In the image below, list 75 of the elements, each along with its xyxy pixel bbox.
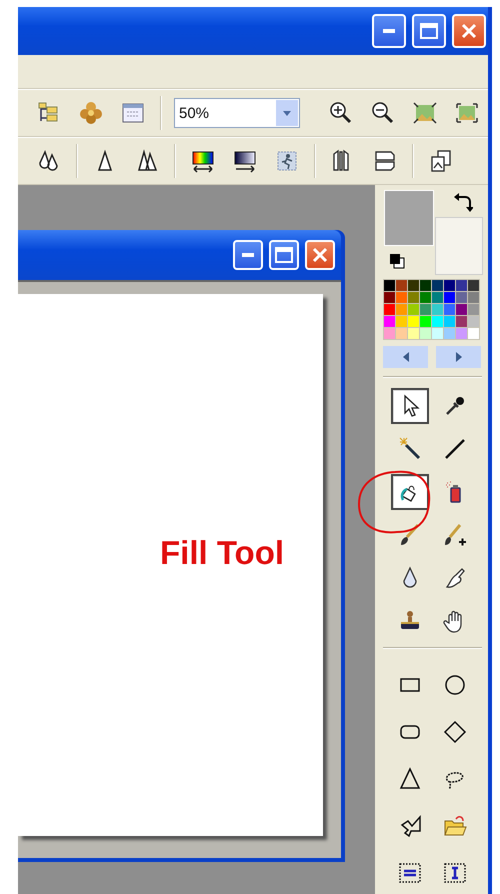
palette-color-swatch[interactable] (396, 280, 407, 291)
tool-button[interactable] (391, 474, 429, 510)
palette-color-swatch[interactable] (396, 292, 407, 303)
triangle-icon (398, 767, 422, 791)
palette-color-swatch[interactable] (444, 280, 455, 291)
line-icon (443, 437, 467, 461)
polygon-lasso-icon (398, 814, 422, 838)
zoom-dropdown[interactable]: 50% (174, 98, 300, 128)
palette-color-swatch[interactable] (432, 328, 443, 339)
close-icon (461, 23, 477, 39)
palette-color-swatch[interactable] (408, 280, 419, 291)
palette-color-swatch[interactable] (432, 292, 443, 303)
palette-color-swatch[interactable] (432, 316, 443, 327)
background-color-swatch[interactable] (435, 217, 483, 275)
palette-color-swatch[interactable] (456, 304, 467, 315)
palette-color-swatch[interactable] (420, 280, 431, 291)
palette-color-swatch[interactable] (384, 328, 395, 339)
dotted-frame-icon (398, 861, 422, 885)
minimize-button[interactable] (372, 14, 406, 48)
diamond-icon (443, 720, 467, 744)
palette-color-swatch[interactable] (408, 292, 419, 303)
palette-color-swatch[interactable] (420, 304, 431, 315)
palette-color-swatch[interactable] (456, 328, 467, 339)
palette-color-swatch[interactable] (408, 328, 419, 339)
palette-color-swatch[interactable] (420, 292, 431, 303)
minimize-icon (383, 29, 395, 33)
annotation-text: Fill Tool (160, 534, 284, 572)
palette-color-swatch[interactable] (396, 316, 407, 327)
palette-color-swatch[interactable] (396, 304, 407, 315)
previous-button[interactable] (383, 346, 428, 368)
maximize-icon (275, 247, 293, 263)
palette-color-swatch[interactable] (444, 292, 455, 303)
palette-color-swatch[interactable] (432, 304, 443, 315)
close-button[interactable] (305, 240, 335, 270)
swap-arrows-icon[interactable] (453, 191, 473, 213)
palette-color-swatch[interactable] (384, 292, 395, 303)
maximize-icon (420, 23, 438, 39)
palette-color-swatch[interactable] (444, 304, 455, 315)
palette-color-swatch[interactable] (384, 316, 395, 327)
maximize-button[interactable] (412, 14, 446, 48)
palette-color-swatch[interactable] (444, 316, 455, 327)
maximize-button[interactable] (269, 240, 299, 270)
folder-icon (443, 814, 467, 838)
right-arrow-icon (454, 352, 462, 362)
minimize-icon (242, 253, 254, 257)
palette-color-swatch[interactable] (468, 328, 479, 339)
magic-wand-icon (398, 437, 422, 461)
palette-color-swatch[interactable] (408, 316, 419, 327)
palette-color-swatch[interactable] (384, 304, 395, 315)
close-button[interactable] (452, 14, 486, 48)
circle-icon (443, 673, 467, 697)
palette-color-swatch[interactable] (468, 316, 479, 327)
palette-color-swatch[interactable] (456, 292, 467, 303)
next-button[interactable] (436, 346, 481, 368)
palette-color-swatch[interactable] (384, 280, 395, 291)
palette-color-swatch[interactable] (420, 316, 431, 327)
palette-color-swatch[interactable] (420, 328, 431, 339)
tool-button[interactable] (391, 388, 429, 424)
left-arrow-icon (402, 352, 410, 362)
minimize-button[interactable] (233, 240, 263, 270)
palette-color-swatch[interactable] (468, 292, 479, 303)
palette-color-swatch[interactable] (408, 304, 419, 315)
close-icon (312, 247, 328, 263)
default-colors-icon[interactable] (389, 253, 405, 269)
dropdown-arrow-icon (283, 110, 291, 116)
paintbrush-plus-icon (443, 523, 467, 547)
palette-color-swatch[interactable] (468, 280, 479, 291)
palette-color-swatch[interactable] (396, 328, 407, 339)
dotted-frame-icon (443, 861, 467, 885)
foreground-color-swatch[interactable] (384, 190, 434, 246)
palette-color-swatch[interactable] (456, 280, 467, 291)
palette-color-swatch[interactable] (468, 304, 479, 315)
palette-color-swatch[interactable] (432, 280, 443, 291)
palette-color-swatch[interactable] (456, 316, 467, 327)
palette-color-swatch[interactable] (444, 328, 455, 339)
